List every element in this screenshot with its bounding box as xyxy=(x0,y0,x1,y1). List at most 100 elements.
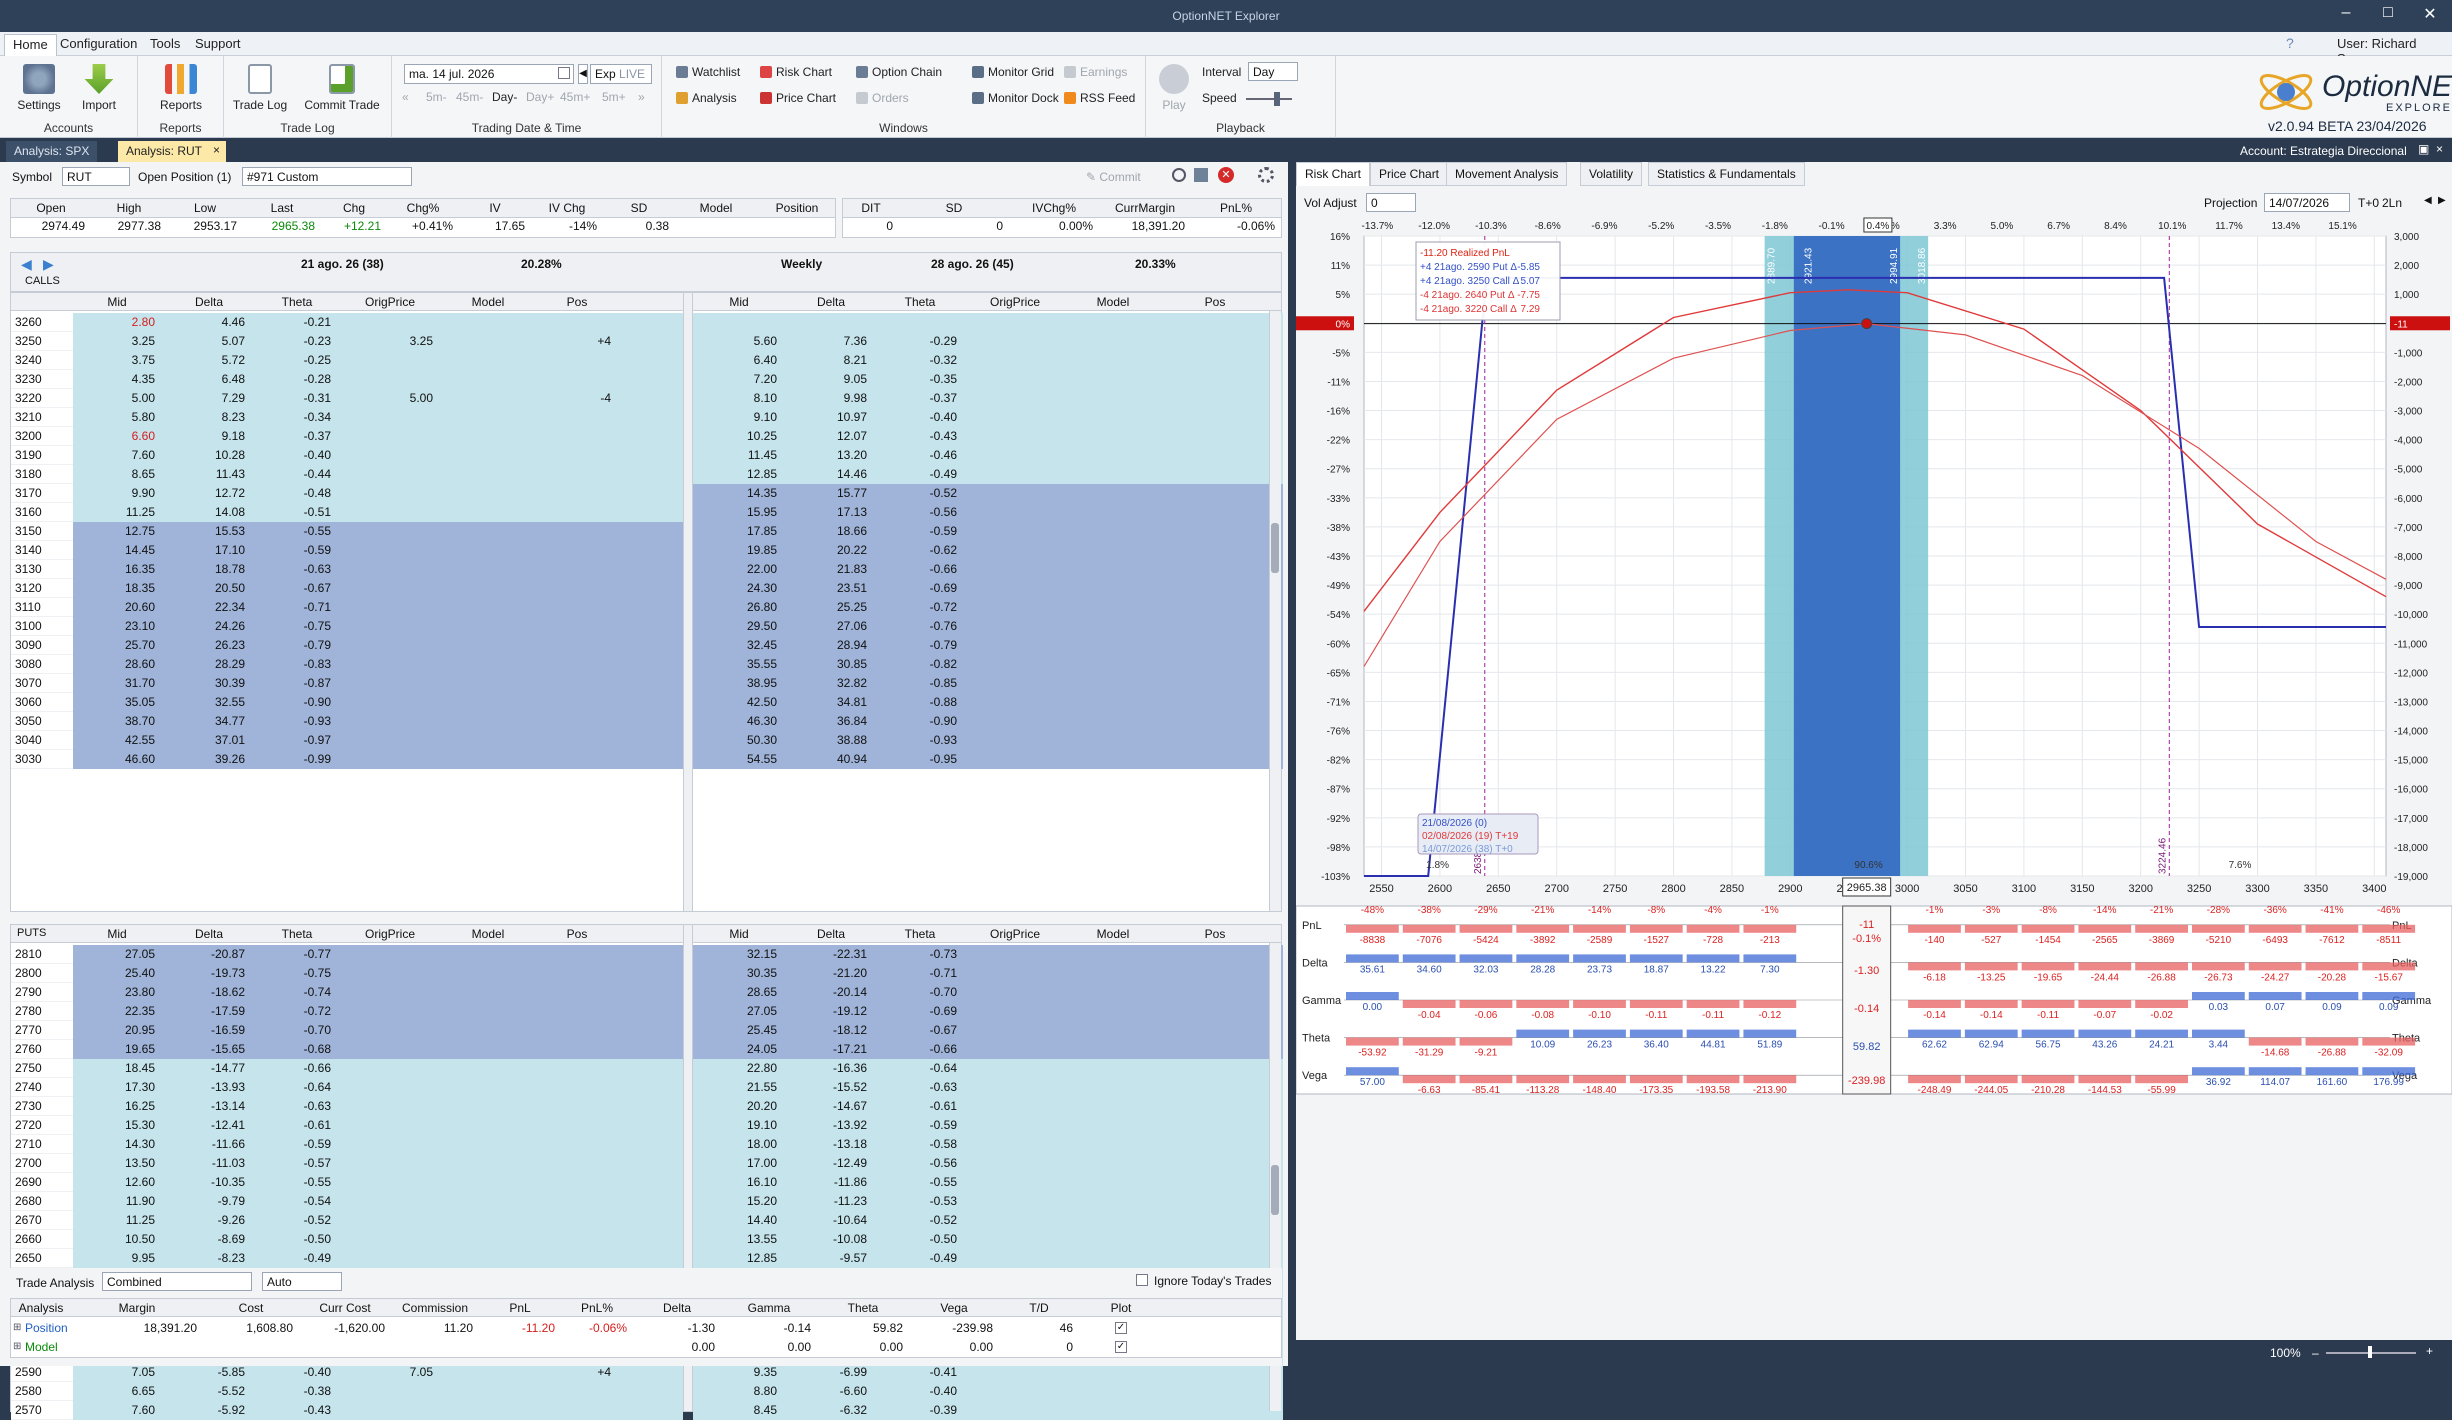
chain-cell[interactable]: -16.36 xyxy=(789,1061,873,1075)
chain-row[interactable]: 2710 14.30 -11.66 -0.59 18.00 -13.18 -0.58 xyxy=(11,1135,1283,1154)
chain-cell[interactable]: 23.10 xyxy=(73,619,161,633)
chain-cell[interactable]: 18.45 xyxy=(73,1061,161,1075)
chain-cell[interactable]: 7.29 xyxy=(167,391,251,405)
chain-cell[interactable]: -0.70 xyxy=(257,1023,337,1037)
chain-row[interactable]: 2740 17.30 -13.93 -0.64 21.55 -15.52 -0.63 xyxy=(11,1078,1283,1097)
chain-cell[interactable]: -0.61 xyxy=(257,1118,337,1132)
chain-cell[interactable]: -0.50 xyxy=(257,1232,337,1246)
chain-cell[interactable]: 7.20 xyxy=(695,372,783,386)
date-input[interactable]: ma. 14 jul. 2026 xyxy=(404,64,574,84)
chain-next-icon[interactable]: ▶ xyxy=(43,256,54,273)
orders-button[interactable]: Orders xyxy=(856,91,909,105)
chain-cell[interactable]: -0.40 xyxy=(257,448,337,462)
tplus-label[interactable]: T+0 xyxy=(2358,196,2379,210)
chain-cell[interactable]: -0.59 xyxy=(877,524,963,538)
chain-cell[interactable]: 12.75 xyxy=(73,524,161,538)
zoom-slider-thumb[interactable] xyxy=(2368,1346,2372,1358)
chain-cell[interactable]: -0.40 xyxy=(257,1365,337,1379)
plot-checkbox[interactable]: ✓ xyxy=(1115,1341,1127,1353)
chain-cell[interactable]: 24.26 xyxy=(167,619,251,633)
step-45m-minus[interactable]: 45m- xyxy=(456,90,483,104)
chain-cell[interactable]: -6.32 xyxy=(789,1403,873,1417)
chain-cell[interactable]: 25.45 xyxy=(695,1023,783,1037)
chain-cell[interactable]: 15.77 xyxy=(789,486,873,500)
expand-icon[interactable]: ⊞ xyxy=(13,1322,21,1333)
chain-cell[interactable]: 6.65 xyxy=(73,1384,161,1398)
chain-row[interactable]: 2790 23.80 -18.62 -0.74 28.65 -20.14 -0.70 xyxy=(11,983,1283,1002)
chain-cell[interactable]: 5.00 xyxy=(341,391,439,405)
chain-cell[interactable]: 10.25 xyxy=(695,429,783,443)
chain-cell[interactable]: -0.71 xyxy=(257,600,337,614)
chain-row[interactable]: 3070 31.70 30.39 -0.87 38.95 32.82 -0.85 xyxy=(11,674,1283,693)
chain-cell[interactable]: -0.32 xyxy=(877,353,963,367)
chain-row[interactable]: 3210 5.80 8.23 -0.34 9.10 10.97 -0.40 xyxy=(11,408,1283,427)
chain-cell[interactable]: 22.00 xyxy=(695,562,783,576)
zoom-in-icon[interactable]: + xyxy=(2426,1344,2433,1358)
chain-cell[interactable]: -11.03 xyxy=(167,1156,251,1170)
chain-cell[interactable]: 8.65 xyxy=(73,467,161,481)
chain-cell[interactable]: -0.69 xyxy=(877,1004,963,1018)
chain-cell[interactable]: 16.35 xyxy=(73,562,161,576)
chain-cell[interactable]: 12.85 xyxy=(695,1251,783,1265)
chain-cell[interactable]: 9.18 xyxy=(167,429,251,443)
chain-row[interactable]: 2770 20.95 -16.59 -0.70 25.45 -18.12 -0.67 xyxy=(11,1021,1283,1040)
chain-cell[interactable]: 32.15 xyxy=(695,947,783,961)
chain-cell[interactable]: 5.60 xyxy=(695,334,783,348)
chain-cell[interactable]: 17.13 xyxy=(789,505,873,519)
chain-cell[interactable]: 21.55 xyxy=(695,1080,783,1094)
chain-cell[interactable]: 22.80 xyxy=(695,1061,783,1075)
speed-slider-thumb[interactable] xyxy=(1274,92,1280,106)
chain-cell[interactable]: -0.66 xyxy=(257,1061,337,1075)
chain-cell[interactable]: -0.93 xyxy=(257,714,337,728)
chain-cell[interactable]: 30.39 xyxy=(167,676,251,690)
chain-cell[interactable]: 28.60 xyxy=(73,657,161,671)
chain-cell[interactable]: -19.73 xyxy=(167,966,251,980)
chain-cell[interactable]: 34.81 xyxy=(789,695,873,709)
chain-cell[interactable]: 36.84 xyxy=(789,714,873,728)
chain-cell[interactable]: -0.59 xyxy=(257,543,337,557)
chain-cell[interactable]: 2.80 xyxy=(73,315,161,329)
chain-cell[interactable]: -0.57 xyxy=(257,1156,337,1170)
chain-cell[interactable]: -0.69 xyxy=(877,581,963,595)
step-day-minus[interactable]: Day- xyxy=(492,90,517,104)
chain-cell[interactable]: 32.45 xyxy=(695,638,783,652)
chain-row[interactable]: 2700 13.50 -11.03 -0.57 17.00 -12.49 -0.56 xyxy=(11,1154,1283,1173)
chain-cell[interactable]: 40.94 xyxy=(789,752,873,766)
chain-cell[interactable]: 7.60 xyxy=(73,448,161,462)
vol-adjust-input[interactable]: 0 xyxy=(1366,193,1416,212)
chain-cell[interactable]: -0.59 xyxy=(877,1118,963,1132)
chain-cell[interactable]: 20.20 xyxy=(695,1099,783,1113)
ta-row[interactable]: Position 18,391.20 1,608.80 -1,620.00 11.20-… xyxy=(11,1319,1281,1338)
chain-cell[interactable]: 28.94 xyxy=(789,638,873,652)
chain-cell[interactable]: 23.80 xyxy=(73,985,161,999)
chain-row[interactable]: 3220 5.00 7.29 -0.31 5.00 -4 8.10 9.98 -0.37 xyxy=(11,389,1283,408)
chain-cell[interactable]: -20.14 xyxy=(789,985,873,999)
chain-cell[interactable]: -0.23 xyxy=(257,334,337,348)
chain-cell[interactable]: 19.10 xyxy=(695,1118,783,1132)
chain-cell[interactable]: -0.40 xyxy=(877,410,963,424)
chain-cell[interactable]: 15.53 xyxy=(167,524,251,538)
chain-cell[interactable]: -12.49 xyxy=(789,1156,873,1170)
chain-cell[interactable]: 12.60 xyxy=(73,1175,161,1189)
chain-cell[interactable]: 15.30 xyxy=(73,1118,161,1132)
chain-cell[interactable]: -16.59 xyxy=(167,1023,251,1037)
prev-exp-icon[interactable]: ◀ xyxy=(578,64,588,84)
chain-cell[interactable]: -0.43 xyxy=(257,1403,337,1417)
ta-row[interactable]: Model 0.00 0.00 0.00 0.00 0 ✓ ⊞ xyxy=(11,1338,1281,1357)
chain-cell[interactable]: -17.21 xyxy=(789,1042,873,1056)
chain-row[interactable]: 3090 25.70 26.23 -0.79 32.45 28.94 -0.79 xyxy=(11,636,1283,655)
chain-cell[interactable]: -0.52 xyxy=(877,1213,963,1227)
chain-cell[interactable]: -0.49 xyxy=(877,467,963,481)
projection-next-icon[interactable]: ▶ xyxy=(2438,195,2446,206)
chain-cell[interactable]: 30.35 xyxy=(695,966,783,980)
chain-cell[interactable]: 9.90 xyxy=(73,486,161,500)
chain-cell[interactable]: 29.50 xyxy=(695,619,783,633)
lines-label[interactable]: 2Ln xyxy=(2382,196,2402,210)
chain-cell[interactable]: 16.10 xyxy=(695,1175,783,1189)
chain-cell[interactable]: 7.36 xyxy=(789,334,873,348)
chain-cell[interactable]: -0.71 xyxy=(877,966,963,980)
chain-cell[interactable]: 14.46 xyxy=(789,467,873,481)
delete-icon[interactable]: ✕ xyxy=(1218,167,1234,183)
chain-cell[interactable]: 17.85 xyxy=(695,524,783,538)
chain-cell[interactable]: -0.25 xyxy=(257,353,337,367)
